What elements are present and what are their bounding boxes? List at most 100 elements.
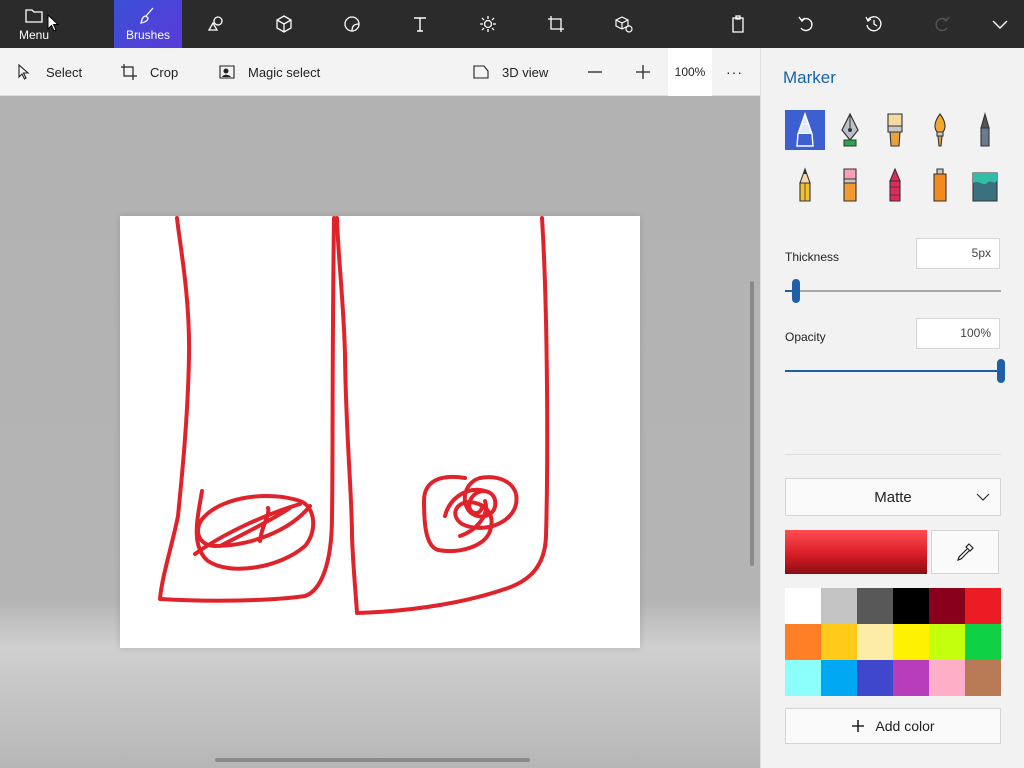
oil-brush-button[interactable] bbox=[875, 110, 915, 150]
calligraphy-pen-button[interactable] bbox=[830, 110, 870, 150]
canvas-icon bbox=[548, 16, 564, 32]
color-swatch[interactable] bbox=[893, 624, 929, 660]
magic-select-icon bbox=[219, 65, 235, 79]
select-label: Select bbox=[46, 64, 83, 80]
thickness-slider[interactable] bbox=[785, 279, 1001, 303]
finish-dropdown[interactable]: Matte bbox=[785, 478, 1001, 516]
color-swatch[interactable] bbox=[857, 624, 893, 660]
color-swatch[interactable] bbox=[857, 588, 893, 624]
pencil-brush-button[interactable] bbox=[785, 165, 825, 205]
stickers-icon bbox=[344, 16, 360, 32]
finish-value: Matte bbox=[874, 488, 912, 506]
more-options-button[interactable]: ··· bbox=[726, 48, 743, 96]
color-palette bbox=[785, 588, 1001, 696]
color-swatch[interactable] bbox=[929, 588, 965, 624]
color-swatch[interactable] bbox=[929, 624, 965, 660]
undo-button[interactable] bbox=[786, 0, 826, 48]
marker-brush-button[interactable] bbox=[785, 110, 825, 150]
crop-label: Crop bbox=[150, 64, 179, 80]
color-swatch[interactable] bbox=[821, 588, 857, 624]
color-swatch[interactable] bbox=[821, 660, 857, 696]
plus-icon bbox=[852, 720, 865, 732]
opacity-slider[interactable] bbox=[785, 359, 1005, 383]
2d-shapes-icon bbox=[207, 16, 223, 31]
opacity-slider-fill bbox=[785, 370, 1001, 372]
effects-button[interactable] bbox=[468, 0, 508, 48]
redo-icon bbox=[935, 16, 950, 32]
vertical-scrollbar[interactable] bbox=[750, 281, 754, 566]
color-swatch[interactable] bbox=[785, 588, 821, 624]
effects-icon bbox=[480, 16, 496, 32]
history-button[interactable] bbox=[854, 0, 894, 48]
eyedropper-icon bbox=[957, 543, 974, 561]
redo-button[interactable] bbox=[922, 0, 962, 48]
color-swatch[interactable] bbox=[965, 624, 1001, 660]
expand-toolbar-button[interactable] bbox=[980, 0, 1020, 48]
2d-shapes-button[interactable] bbox=[196, 0, 236, 48]
panel-divider bbox=[785, 454, 1001, 455]
color-swatch[interactable] bbox=[965, 660, 1001, 696]
color-swatch[interactable] bbox=[893, 660, 929, 696]
eraser-icon bbox=[843, 168, 857, 202]
spray-can-button[interactable] bbox=[920, 165, 960, 205]
paste-button[interactable] bbox=[718, 0, 758, 48]
zoom-out-button[interactable] bbox=[586, 48, 604, 96]
brushes-tool-button[interactable]: Brushes bbox=[114, 0, 182, 48]
chevron-down-icon bbox=[976, 493, 990, 501]
color-swatch[interactable] bbox=[965, 588, 1001, 624]
pixel-pen-button[interactable] bbox=[965, 110, 1005, 150]
folder-icon bbox=[25, 9, 43, 23]
tool-options-bar: Select Crop Magic select 3D view 100% ··… bbox=[0, 48, 760, 96]
thickness-label: Thickness bbox=[785, 250, 840, 264]
3d-view-icon bbox=[473, 65, 489, 79]
oil-brush-icon bbox=[887, 113, 903, 147]
crop-button[interactable]: Crop bbox=[120, 48, 178, 96]
canvas-button[interactable] bbox=[536, 0, 576, 48]
thickness-slider-thumb[interactable] bbox=[791, 279, 800, 303]
history-icon bbox=[865, 16, 882, 32]
current-color-swatch[interactable] bbox=[785, 530, 927, 574]
eraser-button[interactable] bbox=[830, 165, 870, 205]
color-swatch[interactable] bbox=[857, 660, 893, 696]
zoom-in-button[interactable] bbox=[634, 48, 652, 96]
select-button[interactable]: Select bbox=[16, 48, 82, 96]
3d-library-button[interactable] bbox=[604, 0, 644, 48]
opacity-label: Opacity bbox=[785, 330, 826, 344]
undo-icon bbox=[798, 16, 813, 32]
left-scribble-stroke bbox=[193, 489, 316, 571]
paste-icon bbox=[732, 15, 744, 33]
color-swatch[interactable] bbox=[821, 624, 857, 660]
calligraphy-pen-icon bbox=[841, 112, 859, 147]
color-swatch[interactable] bbox=[893, 588, 929, 624]
watercolor-brush-button[interactable] bbox=[920, 110, 960, 150]
color-swatch[interactable] bbox=[929, 660, 965, 696]
opacity-slider-thumb[interactable] bbox=[997, 359, 1005, 383]
color-swatch[interactable] bbox=[785, 624, 821, 660]
fill-bucket-icon bbox=[972, 172, 998, 202]
magic-select-button[interactable]: Magic select bbox=[218, 48, 320, 96]
panel-title: Marker bbox=[783, 68, 836, 87]
marker-icon bbox=[796, 112, 814, 147]
zoom-level-field[interactable]: 100% bbox=[668, 48, 712, 96]
watercolor-brush-icon bbox=[934, 113, 946, 147]
horizontal-scrollbar[interactable] bbox=[215, 758, 530, 762]
3d-view-button[interactable]: 3D view bbox=[472, 48, 548, 96]
thickness-input[interactable]: 5px bbox=[916, 238, 1000, 269]
minus-icon bbox=[588, 71, 602, 73]
eyedropper-button[interactable] bbox=[931, 530, 999, 574]
pointer-icon bbox=[18, 63, 30, 80]
pencil-icon bbox=[799, 167, 811, 202]
right-leg-stroke bbox=[335, 216, 550, 615]
add-color-button[interactable]: Add color bbox=[785, 708, 1001, 744]
3d-shapes-button[interactable] bbox=[264, 0, 304, 48]
text-button[interactable] bbox=[400, 0, 440, 48]
top-toolbar: Menu Brushes bbox=[0, 0, 1024, 48]
color-swatch[interactable] bbox=[785, 660, 821, 696]
opacity-input[interactable]: 100% bbox=[916, 318, 1000, 349]
canvas-drawing bbox=[158, 216, 550, 615]
fill-bucket-button[interactable] bbox=[965, 165, 1005, 205]
mouse-cursor-icon bbox=[47, 14, 59, 32]
drawing-canvas[interactable] bbox=[120, 216, 640, 648]
stickers-button[interactable] bbox=[332, 0, 372, 48]
crayon-button[interactable] bbox=[875, 165, 915, 205]
